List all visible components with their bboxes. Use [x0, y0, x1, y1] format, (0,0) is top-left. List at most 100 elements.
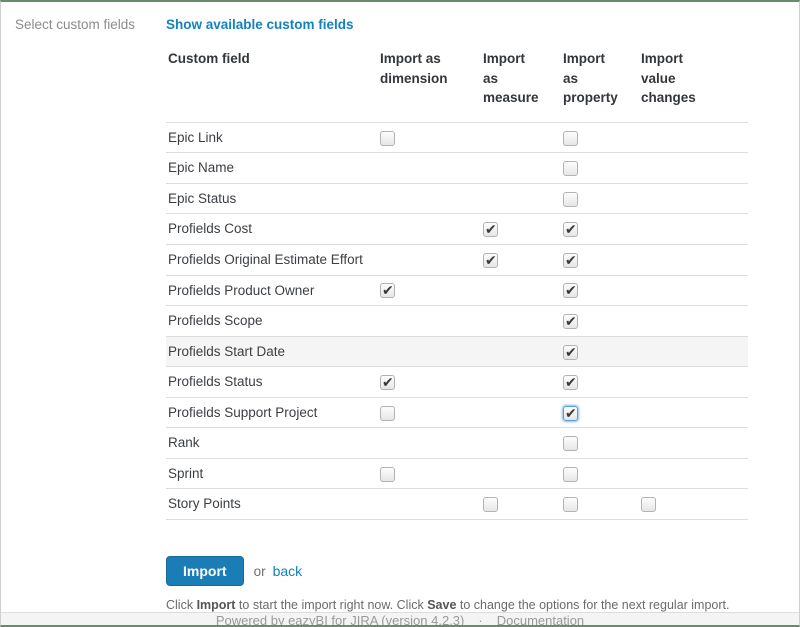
- field-name: Profields Support Project: [166, 397, 378, 428]
- field-name: Rank: [166, 428, 378, 459]
- checkbox-import-as-property[interactable]: [563, 375, 578, 390]
- cell-measure: [481, 153, 561, 184]
- table-row: Profields Original Estimate Effort: [166, 244, 748, 275]
- cell-measure: [481, 458, 561, 489]
- field-name: Profields Start Date: [166, 336, 378, 367]
- checkbox-import-as-property[interactable]: [563, 467, 578, 482]
- cell-property: [561, 428, 639, 459]
- checkbox-import-as-dimension[interactable]: [380, 467, 395, 482]
- custom-fields-table: Custom field Import as dimension Import …: [166, 45, 748, 520]
- column-header-import-as-dimension: Import as dimension: [378, 45, 481, 122]
- cell-property: [561, 397, 639, 428]
- cell-dimension: [378, 489, 481, 520]
- page: Select custom fields Show available cust…: [0, 0, 800, 627]
- section-label: Select custom fields: [15, 15, 166, 612]
- cell-value-changes: [639, 183, 748, 214]
- cell-measure: [481, 306, 561, 337]
- cell-value-changes: [639, 397, 748, 428]
- field-name: Sprint: [166, 458, 378, 489]
- cell-value-changes: [639, 458, 748, 489]
- field-name: Story Points: [166, 489, 378, 520]
- cell-dimension: [378, 397, 481, 428]
- cell-value-changes: [639, 428, 748, 459]
- checkbox-import-as-property[interactable]: [563, 497, 578, 512]
- cell-measure: [481, 122, 561, 153]
- cell-value-changes: [639, 306, 748, 337]
- cell-property: [561, 183, 639, 214]
- cell-measure: [481, 397, 561, 428]
- checkbox-import-as-property[interactable]: [563, 131, 578, 146]
- table-row: Epic Name: [166, 153, 748, 184]
- field-name: Epic Name: [166, 153, 378, 184]
- table-row: Rank: [166, 428, 748, 459]
- table-header-row: Custom field Import as dimension Import …: [166, 45, 748, 122]
- checkbox-import-as-property[interactable]: [563, 406, 578, 421]
- powered-by-text: Powered by eazyBI for JIRA (version 4.2.…: [216, 613, 465, 627]
- cell-measure: [481, 214, 561, 245]
- column-header-custom-field: Custom field: [166, 45, 378, 122]
- checkbox-import-as-property[interactable]: [563, 283, 578, 298]
- back-link[interactable]: back: [273, 563, 303, 579]
- checkbox-import-as-dimension[interactable]: [380, 283, 395, 298]
- cell-value-changes: [639, 275, 748, 306]
- checkbox-import-as-dimension[interactable]: [380, 406, 395, 421]
- checkbox-import-as-dimension[interactable]: [380, 375, 395, 390]
- actions-row: Import or back: [166, 556, 799, 586]
- table-row: Profields Scope: [166, 306, 748, 337]
- checkbox-import-as-measure[interactable]: [483, 497, 498, 512]
- cell-dimension: [378, 306, 481, 337]
- cell-dimension: [378, 122, 481, 153]
- field-name: Epic Link: [166, 122, 378, 153]
- cell-dimension: [378, 336, 481, 367]
- cell-measure: [481, 275, 561, 306]
- column-header-import-as-measure: Import as measure: [481, 45, 561, 122]
- cell-measure: [481, 336, 561, 367]
- help-text: Click Import to start the import right n…: [166, 598, 799, 612]
- checkbox-import-as-measure[interactable]: [483, 253, 498, 268]
- cell-value-changes: [639, 489, 748, 520]
- checkbox-import-as-measure[interactable]: [483, 222, 498, 237]
- field-name: Epic Status: [166, 183, 378, 214]
- checkbox-import-as-property[interactable]: [563, 436, 578, 451]
- table-row: Story Points: [166, 489, 748, 520]
- cell-measure: [481, 367, 561, 398]
- checkbox-import-as-value-changes[interactable]: [641, 497, 656, 512]
- cell-value-changes: [639, 367, 748, 398]
- cell-dimension: [378, 275, 481, 306]
- checkbox-import-as-property[interactable]: [563, 161, 578, 176]
- cell-property: [561, 153, 639, 184]
- checkbox-import-as-property[interactable]: [563, 345, 578, 360]
- cell-property: [561, 306, 639, 337]
- checkbox-import-as-property[interactable]: [563, 192, 578, 207]
- cell-property: [561, 214, 639, 245]
- table-row: Epic Link: [166, 122, 748, 153]
- cell-property: [561, 489, 639, 520]
- cell-property: [561, 458, 639, 489]
- table-row: Profields Start Date: [166, 336, 748, 367]
- cell-dimension: [378, 183, 481, 214]
- footer: Powered by eazyBI for JIRA (version 4.2.…: [1, 612, 799, 627]
- cell-value-changes: [639, 214, 748, 245]
- table-row: Profields Cost: [166, 214, 748, 245]
- field-name: Profields Product Owner: [166, 275, 378, 306]
- cell-value-changes: [639, 244, 748, 275]
- cell-property: [561, 275, 639, 306]
- show-available-custom-fields-link[interactable]: Show available custom fields: [166, 15, 354, 32]
- cell-value-changes: [639, 122, 748, 153]
- main-column: Show available custom fields Custom fiel…: [166, 15, 799, 612]
- checkbox-import-as-property[interactable]: [563, 314, 578, 329]
- checkbox-import-as-dimension[interactable]: [380, 131, 395, 146]
- table-row: Epic Status: [166, 183, 748, 214]
- content-area: Select custom fields Show available cust…: [1, 2, 799, 612]
- cell-dimension: [378, 458, 481, 489]
- cell-property: [561, 336, 639, 367]
- import-button[interactable]: Import: [166, 556, 244, 586]
- documentation-link[interactable]: Documentation: [497, 613, 584, 627]
- or-label: or: [254, 564, 266, 579]
- field-name: Profields Cost: [166, 214, 378, 245]
- checkbox-import-as-property[interactable]: [563, 222, 578, 237]
- cell-property: [561, 244, 639, 275]
- cell-property: [561, 122, 639, 153]
- checkbox-import-as-property[interactable]: [563, 253, 578, 268]
- cell-measure: [481, 428, 561, 459]
